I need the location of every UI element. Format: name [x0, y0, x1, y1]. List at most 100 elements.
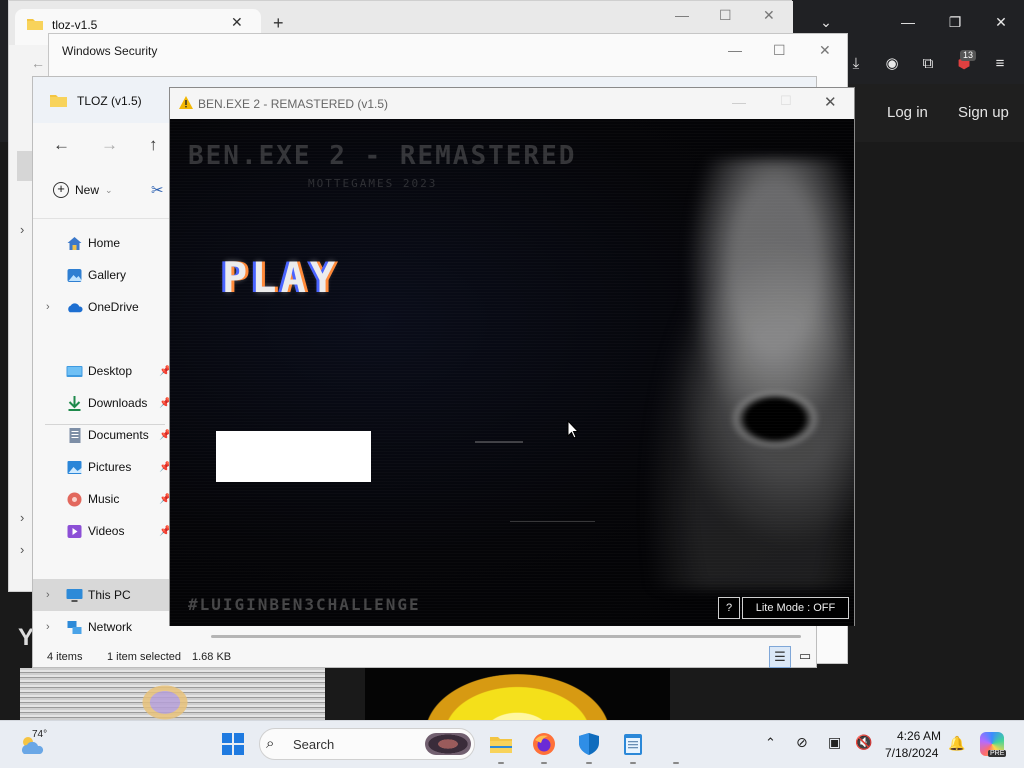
- game-window: BEN.EXE 2 - REMASTERED (v1.5) — ☐ ✕ BEN.…: [169, 87, 855, 626]
- back-arrow-icon[interactable]: ←: [53, 135, 70, 155]
- chevron-right-icon[interactable]: ›: [46, 621, 50, 633]
- network-disconnected-icon[interactable]: ⊘: [796, 734, 808, 751]
- login-link[interactable]: Log in: [887, 104, 928, 121]
- scanline-overlay: [170, 119, 854, 626]
- close-icon[interactable]: ✕: [763, 7, 775, 24]
- game-logo-subtitle: MOTTEGAMES 2023: [308, 177, 438, 190]
- selection-count: 1 item selected: [107, 651, 181, 663]
- notification-bell-icon[interactable]: 🔔: [948, 735, 965, 752]
- nav-item-onedrive[interactable]: › OneDrive: [33, 291, 169, 323]
- status-bar: 4 items 1 item selected 1.68 KB: [33, 645, 816, 669]
- gallery-icon: [67, 268, 82, 282]
- music-icon: [67, 492, 82, 506]
- extensions-icon[interactable]: ⧉: [914, 50, 942, 78]
- details-view-icon[interactable]: ☰: [769, 646, 791, 668]
- game-titlebar: BEN.EXE 2 - REMASTERED (v1.5) — ☐ ✕: [170, 88, 854, 119]
- maximize-icon[interactable]: ☐: [773, 42, 786, 59]
- app-running-indicator: [673, 762, 679, 764]
- maximize-icon[interactable]: ☐: [719, 7, 732, 24]
- lite-mode-toggle[interactable]: Lite Mode : OFF: [742, 597, 849, 619]
- help-button[interactable]: ?: [718, 597, 740, 619]
- minimize-icon[interactable]: —: [728, 42, 742, 58]
- new-tab-icon[interactable]: +: [273, 13, 284, 34]
- nav-item-network[interactable]: › Network: [33, 611, 169, 643]
- minimize-icon[interactable]: —: [732, 94, 746, 110]
- glitch-line: [475, 441, 523, 443]
- item-count: 4 items: [47, 651, 83, 663]
- chevron-right-icon[interactable]: ›: [20, 542, 24, 557]
- mouse-cursor-icon: [567, 420, 579, 439]
- browser-toolbar: ⤓ ◉ ⧉ ⬢ ≡: [848, 44, 1024, 84]
- nav-item-documents[interactable]: Documents 📌: [33, 419, 171, 451]
- tiles-view-icon[interactable]: ▭: [794, 646, 816, 668]
- plus-icon: +: [53, 182, 69, 198]
- up-arrow-icon[interactable]: ↑: [149, 135, 158, 155]
- video-thumbnail[interactable]: [365, 668, 670, 720]
- browser-restore-button[interactable]: ❐: [941, 8, 969, 36]
- nav-item-pictures[interactable]: Pictures 📌: [33, 451, 171, 483]
- chevron-right-icon[interactable]: ›: [20, 510, 24, 525]
- explorer-tab-title: TLOZ (v1.5): [77, 94, 142, 108]
- tab-close-icon[interactable]: ✕: [231, 14, 243, 31]
- new-button[interactable]: + New ⌄: [53, 182, 113, 198]
- navigation-pane: Home Gallery › OneDrive Desktop 📌 Downlo…: [33, 219, 171, 649]
- app-running-indicator: [630, 762, 636, 764]
- tray-overflow-chevron-icon[interactable]: ⌃: [765, 735, 776, 751]
- downloads-icon: [68, 395, 81, 411]
- game-canvas[interactable]: BEN.EXE 2 - REMASTERED MOTTEGAMES 2023 P…: [170, 119, 854, 626]
- glitch-line: [510, 521, 595, 522]
- browser-minimize-button[interactable]: —: [894, 8, 922, 36]
- forward-arrow-icon[interactable]: →: [101, 135, 118, 155]
- nav-item-gallery[interactable]: Gallery: [33, 259, 169, 291]
- cut-icon[interactable]: ✂: [151, 181, 164, 199]
- tab-list-chevron-icon[interactable]: ⌄: [812, 8, 840, 36]
- game-window-title: BEN.EXE 2 - REMASTERED (v1.5): [198, 97, 389, 111]
- clock-time[interactable]: 4:26 AM: [897, 729, 941, 743]
- chevron-right-icon[interactable]: ›: [46, 589, 50, 601]
- videos-icon: [67, 524, 82, 538]
- search-highlight-image: [425, 733, 471, 755]
- app-running-indicator: [498, 762, 504, 764]
- nav-item-home[interactable]: Home: [33, 227, 169, 259]
- firefox-icon[interactable]: [532, 732, 556, 756]
- display-icon[interactable]: ▣: [828, 734, 841, 751]
- close-icon[interactable]: ✕: [824, 93, 837, 111]
- nav-item-music[interactable]: Music 📌: [33, 483, 171, 515]
- nav-item-this-pc[interactable]: › This PC: [33, 579, 169, 611]
- redacted-box: [216, 431, 371, 482]
- start-icon[interactable]: [221, 732, 245, 756]
- weather-temperature: 74°: [32, 729, 48, 740]
- menu-icon[interactable]: ≡: [986, 50, 1014, 78]
- search-placeholder: Search: [293, 737, 335, 752]
- account-icon[interactable]: ◉: [878, 50, 906, 78]
- chevron-right-icon[interactable]: ›: [20, 222, 24, 237]
- horizontal-scrollbar[interactable]: [211, 635, 801, 638]
- tab-title: tloz-v1.5: [52, 18, 98, 32]
- onedrive-icon: [68, 302, 83, 312]
- search-icon: ⌕: [266, 735, 275, 752]
- selection-size: 1.68 KB: [192, 651, 232, 663]
- nav-item-desktop[interactable]: Desktop 📌: [33, 355, 171, 387]
- chevron-right-icon[interactable]: ›: [46, 301, 50, 313]
- pictures-icon: [67, 460, 82, 474]
- clock-date[interactable]: 7/18/2024: [885, 746, 938, 760]
- minimize-icon[interactable]: —: [675, 7, 689, 23]
- file-explorer-icon[interactable]: [489, 732, 513, 756]
- this-pc-icon: [66, 588, 83, 602]
- signup-link[interactable]: Sign up: [958, 104, 1009, 121]
- play-button[interactable]: PLAY: [222, 253, 339, 302]
- back-arrow-icon[interactable]: ←: [31, 55, 45, 71]
- notepad-icon[interactable]: [621, 732, 645, 756]
- close-icon[interactable]: ✕: [819, 42, 831, 59]
- app-running-indicator: [586, 762, 592, 764]
- volume-muted-icon[interactable]: 🔇: [855, 734, 872, 751]
- nav-item-downloads[interactable]: Downloads 📌: [33, 387, 171, 419]
- challenge-hashtag: #LUIGINBEN3CHALLENGE: [188, 595, 421, 614]
- folder-icon: [27, 19, 43, 30]
- maximize-icon[interactable]: ☐: [780, 93, 792, 109]
- browser-close-button[interactable]: ✕: [987, 8, 1015, 36]
- nav-item-videos[interactable]: Videos 📌: [33, 515, 171, 547]
- windows-security-icon[interactable]: [577, 732, 601, 756]
- window-title: Windows Security: [62, 44, 158, 58]
- game-logo-title: BEN.EXE 2 - REMASTERED: [188, 141, 577, 171]
